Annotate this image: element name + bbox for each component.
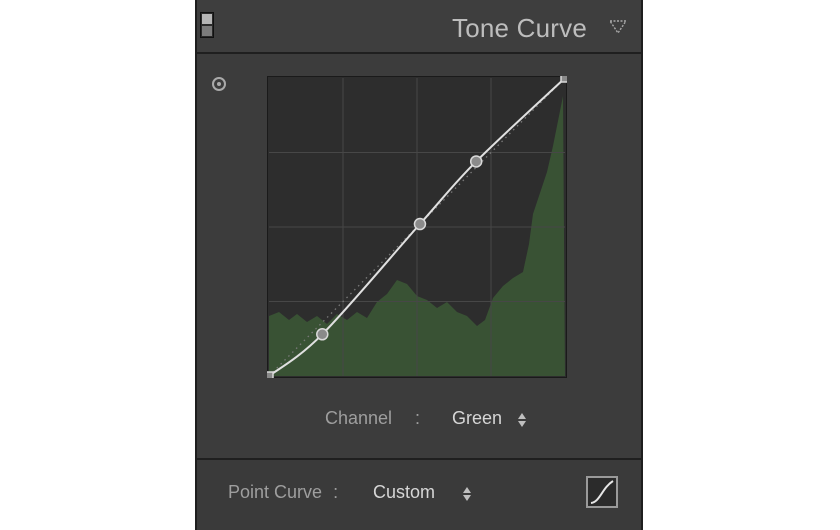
curve-control-point[interactable] <box>316 328 329 341</box>
channel-label: Channel <box>325 408 393 428</box>
curve-control-point[interactable] <box>560 76 567 83</box>
channel-stepper-icon[interactable] <box>517 412 527 428</box>
tone-curve-graph[interactable] <box>267 76 567 378</box>
panel-title: Tone Curve <box>452 13 587 43</box>
channel-colon: : <box>415 408 421 428</box>
point-curve-label: Point Curve : <box>228 482 339 502</box>
tone-curve-panel: Tone Curve Channel : Green Point Curve : <box>195 0 643 530</box>
curve-editor-area: Channel : Green <box>197 54 641 458</box>
curve-control-point[interactable] <box>469 155 483 168</box>
panel-header[interactable]: Tone Curve <box>197 0 641 54</box>
collapse-triangle-icon[interactable] <box>609 20 627 34</box>
curve-control-point[interactable] <box>267 371 274 378</box>
channel-value[interactable]: Green <box>452 408 502 429</box>
point-curve-edit-icon[interactable] <box>586 476 618 508</box>
targeted-adjustment-icon[interactable] <box>212 77 226 91</box>
point-curve-row: Point Curve : Custom <box>197 460 641 530</box>
channel-selector[interactable]: Channel : Green <box>197 406 641 434</box>
curve-control-point[interactable] <box>413 217 427 231</box>
curve-glyph-icon <box>590 480 614 504</box>
point-curve-value[interactable]: Custom <box>373 482 435 503</box>
panel-right-border <box>641 0 643 530</box>
point-curve-stepper-icon[interactable] <box>462 486 472 502</box>
panel-toggle-icon[interactable] <box>200 12 214 38</box>
